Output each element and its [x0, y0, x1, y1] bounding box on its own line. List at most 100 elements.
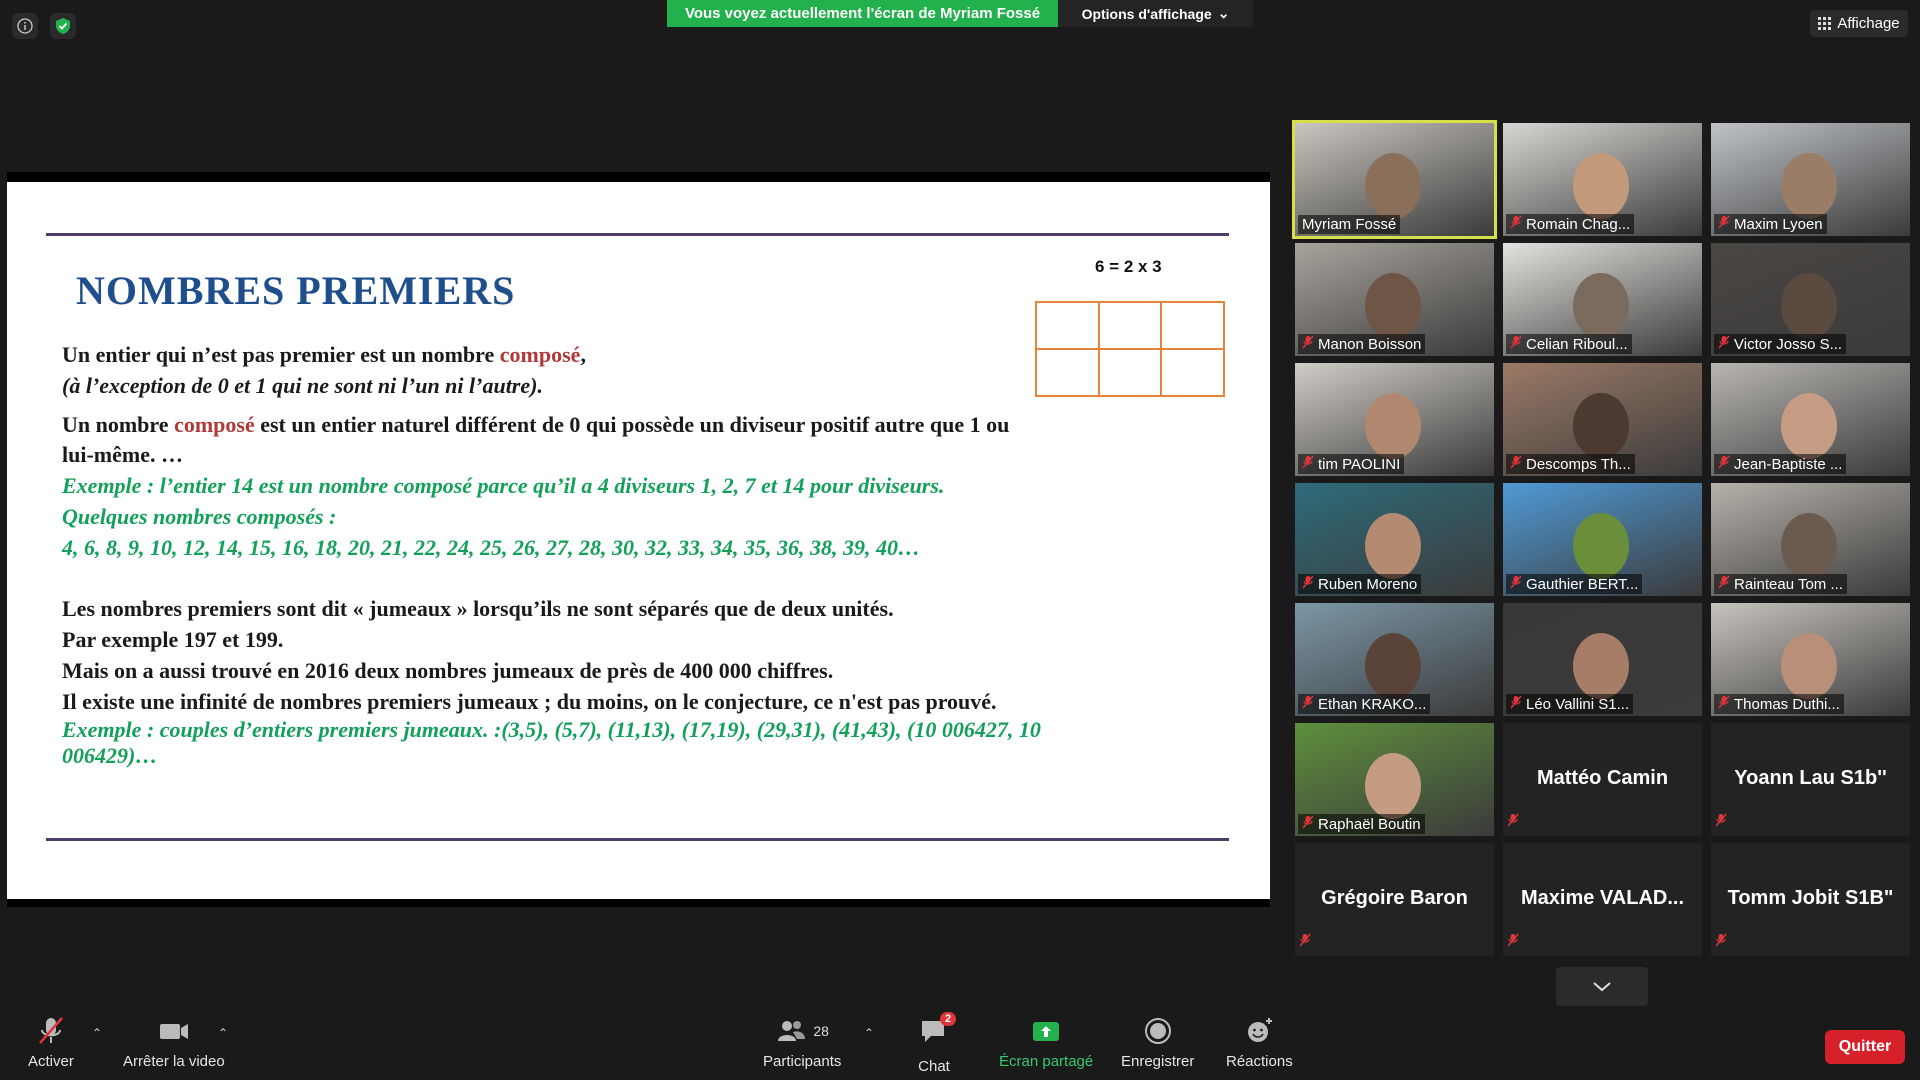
equation-label: 6 = 2 x 3 [1095, 257, 1162, 276]
participant-tile[interactable]: Jean-Baptiste ... [1711, 363, 1910, 476]
audio-options-caret[interactable]: ⌃ [92, 1026, 102, 1040]
participant-name-label: Maxim Lyoen [1714, 214, 1827, 234]
participant-tile[interactable]: Mattéo Camin [1503, 723, 1702, 836]
microphone-muted-icon [1718, 455, 1730, 473]
participant-tile[interactable]: Maxim Lyoen [1711, 123, 1910, 236]
video-options-caret[interactable]: ⌃ [218, 1026, 228, 1040]
participant-tile[interactable]: Celian Riboul... [1503, 243, 1702, 356]
participant-tile[interactable]: Rainteau Tom ... [1711, 483, 1910, 596]
participant-tile[interactable]: Maxime VALAD... [1503, 843, 1702, 956]
microphone-muted-icon [1302, 455, 1314, 473]
participant-tile[interactable]: Gauthier BERT... [1503, 483, 1702, 596]
slide-title: NOMBRES PREMIERS [76, 268, 516, 313]
grid-icon [1818, 17, 1832, 30]
participant-video [1573, 513, 1629, 579]
participant-tile[interactable]: Raphaël Boutin [1295, 723, 1494, 836]
bottom-divider [46, 838, 1229, 841]
stop-video-button[interactable]: Arrêter la video [123, 1015, 225, 1070]
participant-name: Gauthier BERT... [1526, 575, 1639, 593]
participant-video [1781, 273, 1837, 339]
shared-screen: NOMBRES PREMIERS 6 = 2 x 3 Un entier qui… [7, 172, 1270, 907]
participant-video [1573, 273, 1629, 339]
gallery-next-button[interactable] [1556, 967, 1648, 1006]
participant-name: Raphaël Boutin [1318, 815, 1421, 833]
mute-button[interactable]: Activer [28, 1015, 74, 1070]
participant-video [1781, 513, 1837, 579]
participant-name: Rainteau Tom ... [1734, 575, 1843, 593]
reactions-button[interactable]: Réactions [1226, 1015, 1293, 1070]
top-divider [46, 233, 1229, 236]
participant-name-label: Ruben Moreno [1298, 574, 1422, 594]
stop-video-label: Arrêter la video [123, 1053, 225, 1070]
participant-tile[interactable]: Myriam Fossé [1292, 120, 1497, 239]
participant-name: Celian Riboul... [1526, 335, 1628, 353]
microphone-muted-icon [1302, 575, 1314, 593]
participant-video [1781, 633, 1837, 699]
participant-tile[interactable]: Tomm Jobit S1B" [1711, 843, 1910, 956]
share-screen-label: Écran partagé [999, 1053, 1094, 1070]
chat-label: Chat [918, 1058, 950, 1075]
view-options-button[interactable]: Options d'affichage ⌄ [1058, 0, 1253, 27]
reactions-label: Réactions [1226, 1053, 1293, 1070]
microphone-muted-icon [1302, 695, 1314, 713]
participant-name: Descomps Th... [1526, 455, 1631, 473]
participant-name: Romain Chag... [1526, 215, 1631, 233]
participant-name: tim PAOLINI [1318, 455, 1401, 473]
participant-tile[interactable]: Manon Boisson [1295, 243, 1494, 356]
participant-tile[interactable]: Descomps Th... [1503, 363, 1702, 476]
participant-name-label: Gauthier BERT... [1506, 574, 1643, 594]
participant-video [1573, 153, 1629, 219]
participant-tile[interactable]: Ethan KRAKO... [1295, 603, 1494, 716]
definition-line-4: lui-même. … [62, 442, 183, 467]
leave-meeting-button[interactable]: Quitter [1825, 1030, 1905, 1064]
microphone-muted-icon [1299, 933, 1311, 952]
participant-name: Maxime VALAD... [1521, 887, 1684, 909]
participant-tile[interactable]: Thomas Duthi... [1711, 603, 1910, 716]
twin-example-line-1: Exemple : couples d’entiers premiers jum… [62, 717, 1041, 742]
view-layout-label: Affichage [1837, 15, 1900, 32]
participant-video [1573, 633, 1629, 699]
record-button[interactable]: Enregistrer [1121, 1015, 1194, 1070]
share-screen-button[interactable]: Écran partagé [999, 1015, 1093, 1070]
microphone-muted-icon [1507, 933, 1519, 952]
participant-tile[interactable]: Léo Vallini S1... [1503, 603, 1702, 716]
info-button[interactable] [12, 13, 38, 39]
participant-name: Victor Josso S... [1734, 335, 1843, 353]
participant-tile[interactable]: Grégoire Baron [1295, 843, 1494, 956]
participant-tile[interactable]: Yoann Lau S1b'' [1711, 723, 1910, 836]
participant-tile[interactable]: tim PAOLINI [1295, 363, 1494, 476]
participant-name-label: Romain Chag... [1506, 214, 1635, 234]
twin-line-4: Il existe une infinité de nombres premie… [62, 689, 997, 714]
chat-unread-badge: 2 [940, 1012, 957, 1026]
microphone-muted-icon [1302, 335, 1314, 353]
participant-tile[interactable]: Romain Chag... [1503, 123, 1702, 236]
participants-icon [778, 1021, 806, 1041]
participant-name-label: Rainteau Tom ... [1714, 574, 1847, 594]
participant-tile[interactable]: Victor Josso S... [1711, 243, 1910, 356]
info-icon [17, 18, 33, 34]
participant-name-label: Léo Vallini S1... [1506, 694, 1634, 714]
security-button[interactable] [50, 13, 76, 39]
mute-label: Activer [28, 1053, 74, 1070]
participant-tile[interactable]: Ruben Moreno [1295, 483, 1494, 596]
participant-name: Myriam Fossé [1302, 216, 1397, 233]
participant-name-label: Jean-Baptiste ... [1714, 454, 1847, 474]
participant-video [1365, 753, 1421, 819]
composite-heading: Quelques nombres composés : [62, 504, 337, 529]
participants-options-caret[interactable]: ⌃ [864, 1026, 874, 1040]
participant-name-label: Ethan KRAKO... [1298, 694, 1431, 714]
participant-name-label: Victor Josso S... [1714, 334, 1847, 354]
participant-name: Jean-Baptiste ... [1734, 455, 1843, 473]
participants-button[interactable]: 28 Participants [763, 1015, 841, 1070]
chat-button[interactable]: 2 Chat [918, 1012, 957, 1075]
participants-label: Participants [763, 1053, 842, 1070]
participant-name: Tomm Jobit S1B" [1727, 887, 1894, 909]
view-layout-button[interactable]: Affichage [1810, 10, 1908, 37]
participant-name-label: tim PAOLINI [1298, 454, 1405, 474]
participant-video [1573, 393, 1629, 459]
participant-name: Maxim Lyoen [1734, 215, 1823, 233]
participant-name-label: Myriam Fossé [1298, 215, 1401, 234]
composite-list: 4, 6, 8, 9, 10, 12, 14, 15, 16, 18, 20, … [62, 535, 920, 560]
twin-example-line-2: 006429)… [62, 743, 158, 768]
microphone-muted-icon [1715, 813, 1727, 832]
